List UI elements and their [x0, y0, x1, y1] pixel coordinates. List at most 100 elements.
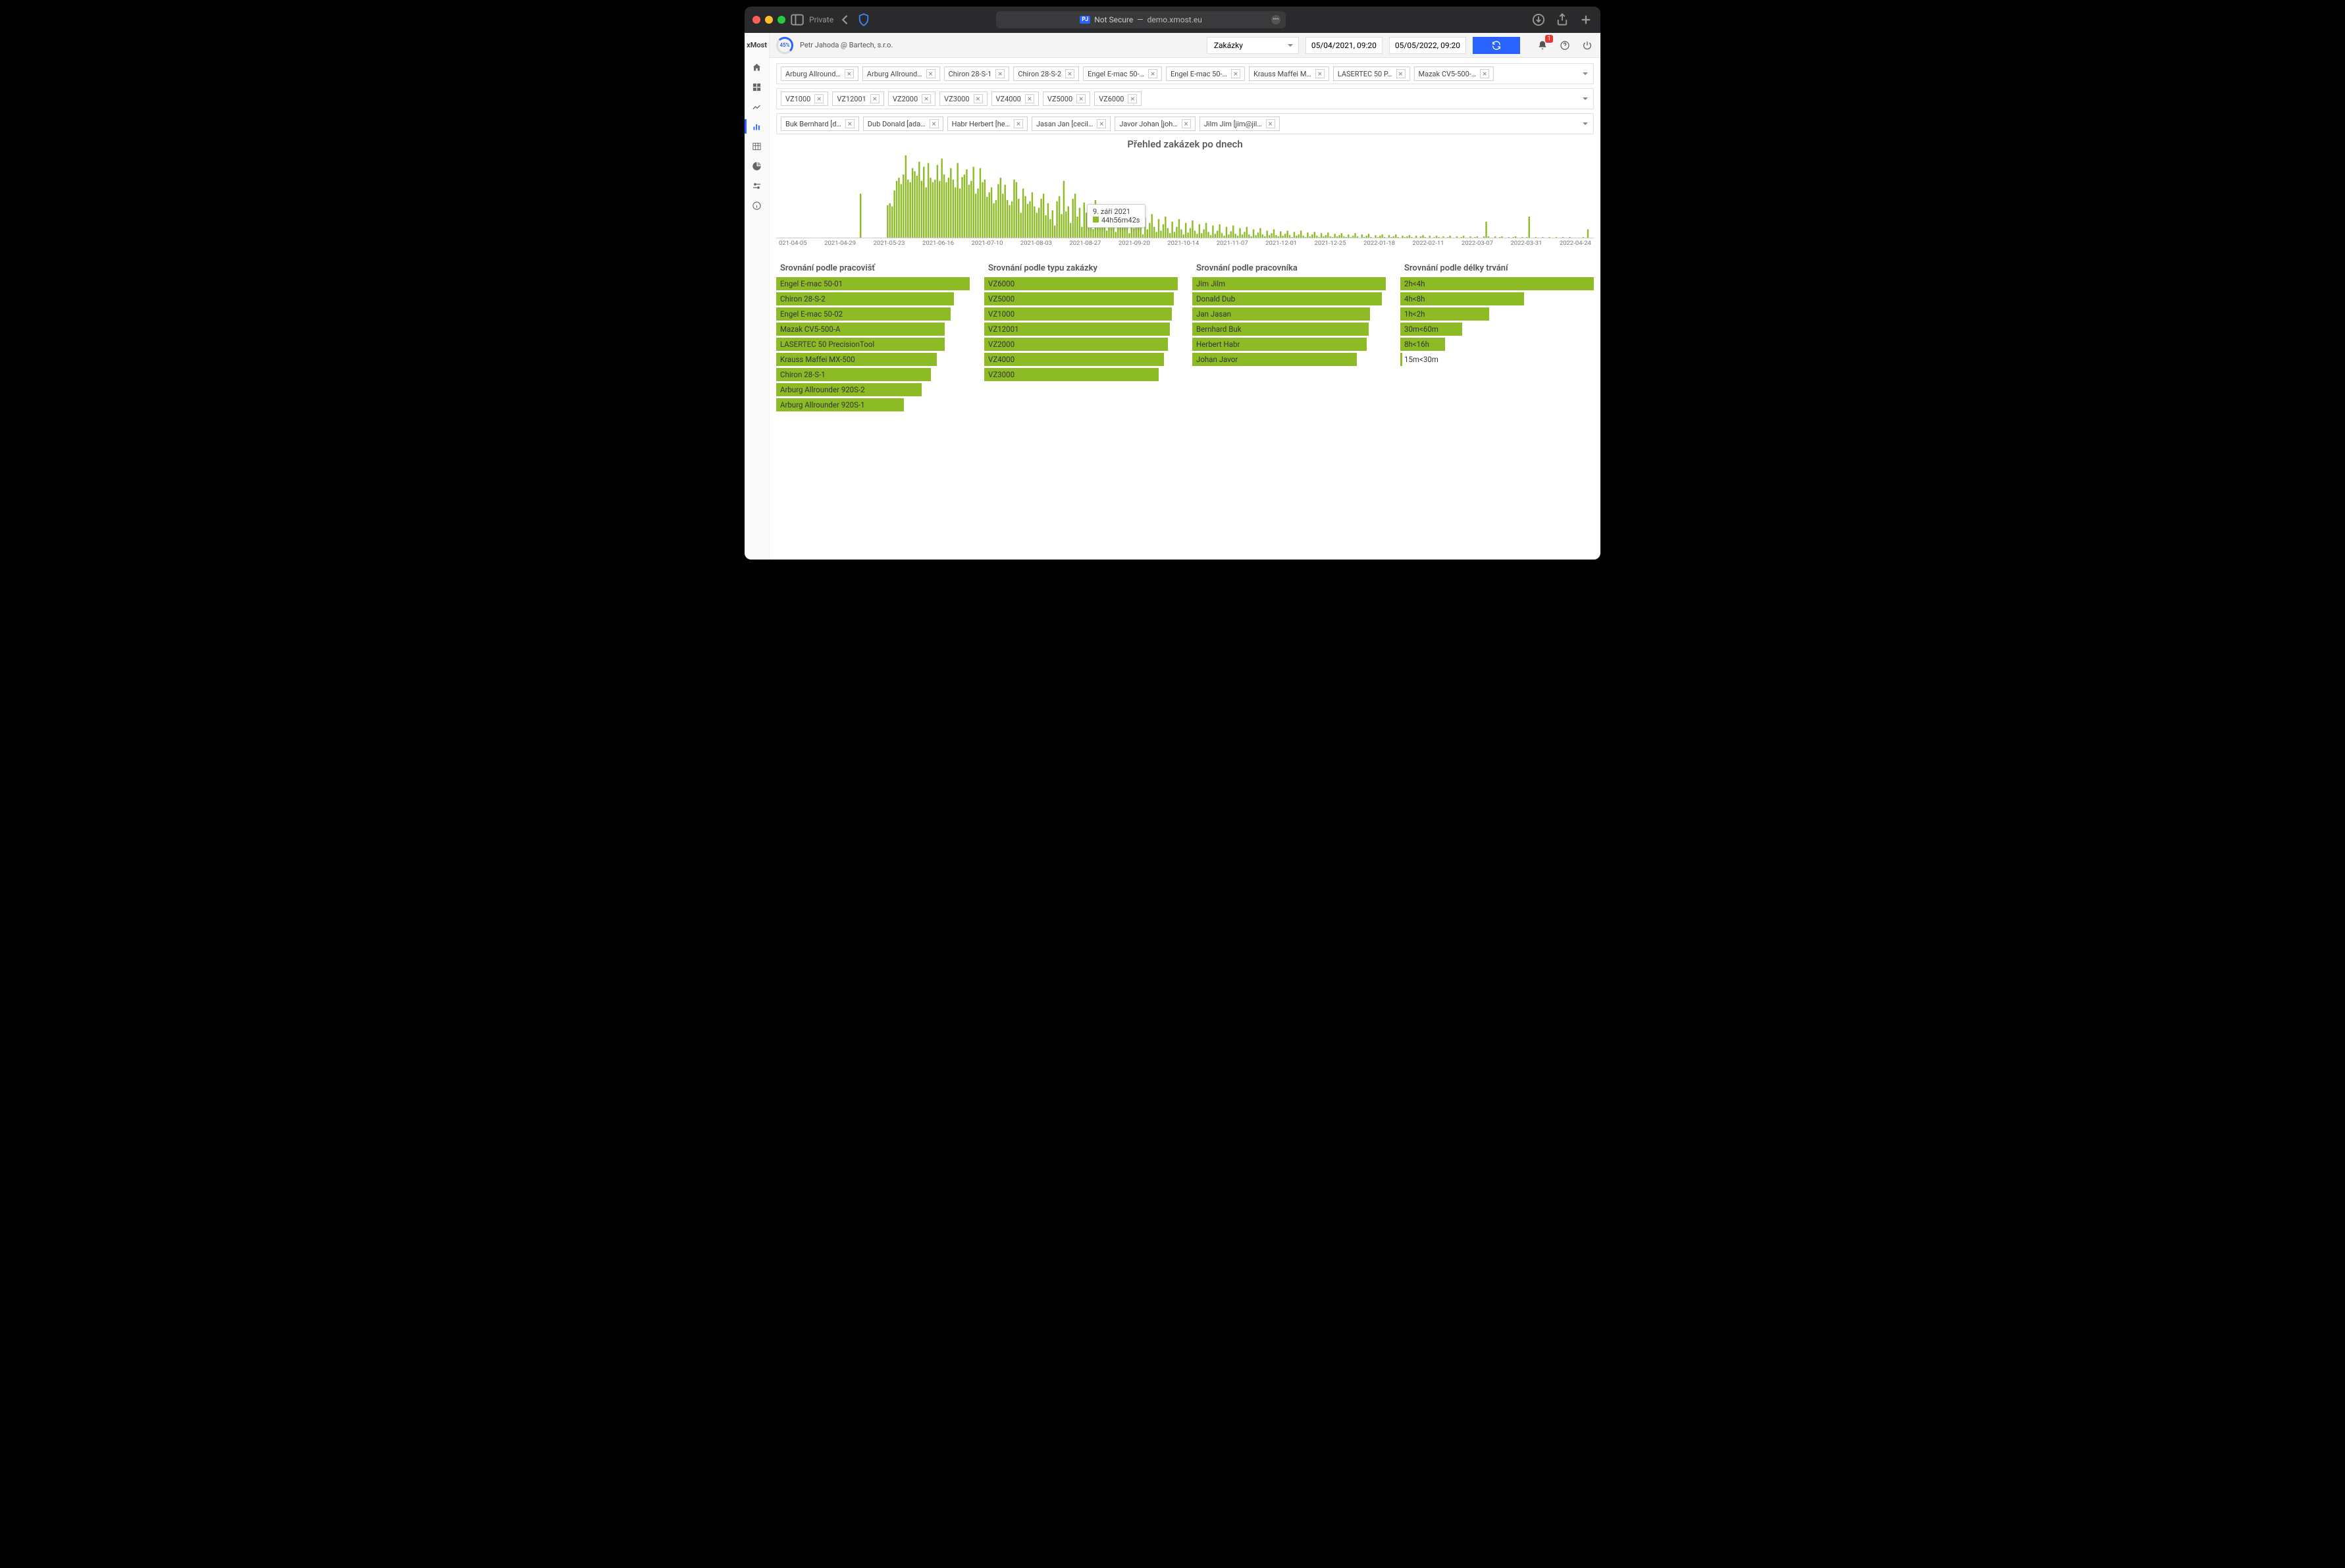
filter-chip[interactable]: VZ4000× — [991, 91, 1039, 106]
chip-remove-icon[interactable]: × — [1315, 69, 1325, 78]
chip-remove-icon[interactable]: × — [1266, 119, 1275, 128]
filter-chip[interactable]: VZ1000× — [781, 91, 828, 106]
filter-chip[interactable]: Chiron 28-S-1× — [944, 66, 1010, 81]
compare-bar[interactable]: Chiron 28-S-2 — [776, 292, 970, 305]
compare-bar[interactable]: Krauss Maffei MX-500 — [776, 353, 970, 366]
chip-remove-icon[interactable]: × — [1182, 119, 1191, 128]
compare-bar[interactable]: VZ6000 — [984, 277, 1178, 290]
filter-chip[interactable]: VZ6000× — [1094, 91, 1142, 106]
compare-bar[interactable]: VZ4000 — [984, 353, 1178, 366]
chip-remove-icon[interactable]: × — [845, 119, 855, 128]
nav-dashboard-icon[interactable] — [745, 77, 770, 97]
filter-row-order-types[interactable]: VZ1000× VZ12001× VZ2000× VZ3000× VZ4000× VZ50… — [776, 88, 1594, 109]
new-tab-icon[interactable] — [1579, 13, 1593, 26]
compare-bar[interactable]: Jim Jilm — [1192, 277, 1386, 290]
page-menu-icon[interactable]: ••• — [1271, 15, 1280, 24]
chip-remove-icon[interactable]: × — [995, 69, 1005, 78]
chip-remove-icon[interactable]: × — [1076, 94, 1086, 103]
compare-bar[interactable]: Chiron 28-S-1 — [776, 368, 970, 381]
compare-bar[interactable]: Johan Javor — [1192, 353, 1386, 366]
compare-bar[interactable]: 4h<8h — [1400, 292, 1594, 305]
chip-remove-icon[interactable]: × — [1480, 69, 1489, 78]
filter-chip[interactable]: Arburg Allround…× — [862, 66, 940, 81]
filter-chip[interactable]: VZ5000× — [1043, 91, 1090, 106]
filter-chip[interactable]: Engel E-mac 50-…× — [1166, 66, 1245, 81]
filter-row-machines[interactable]: Arburg Allround…× Arburg Allround…× Chiron… — [776, 63, 1594, 84]
filter-chip[interactable]: Habr Herbert [he…× — [947, 117, 1028, 131]
compare-bar[interactable]: Arburg Allrounder 920S-2 — [776, 383, 970, 396]
filter-chip[interactable]: Jasan Jan [cecil…× — [1032, 117, 1111, 131]
filter-chip[interactable]: Buk Bernhard [d…× — [781, 117, 859, 131]
compare-bar[interactable]: Engel E-mac 50-02 — [776, 307, 970, 321]
compare-bar[interactable]: VZ3000 — [984, 368, 1178, 381]
nav-info-icon[interactable] — [745, 196, 770, 215]
timeline-chart[interactable]: 9. září 2021 44h56m42s 021-04-052021-04-… — [776, 153, 1594, 251]
filter-chip[interactable]: VZ3000× — [939, 91, 987, 106]
chip-remove-icon[interactable]: × — [1097, 119, 1106, 128]
nav-table-icon[interactable] — [745, 136, 770, 156]
filter-chip[interactable]: Krauss Maffei M…× — [1249, 66, 1329, 81]
compare-bar[interactable]: 8h<16h — [1400, 338, 1594, 351]
nav-bar-chart-icon[interactable] — [745, 117, 770, 136]
filter-chip[interactable]: Chiron 28-S-2× — [1013, 66, 1079, 81]
chip-remove-icon[interactable]: × — [1396, 69, 1406, 78]
filter-chip[interactable]: VZ2000× — [888, 91, 935, 106]
chip-remove-icon[interactable]: × — [1148, 69, 1157, 78]
chip-remove-icon[interactable]: × — [870, 94, 880, 103]
help-icon[interactable] — [1558, 39, 1571, 52]
nav-settings-icon[interactable] — [745, 176, 770, 196]
compare-bar[interactable]: VZ5000 — [984, 292, 1178, 305]
compare-bar[interactable]: LASERTEC 50 PrecisionTool — [776, 338, 970, 351]
compare-bar[interactable]: VZ1000 — [984, 307, 1178, 321]
compare-bar[interactable]: Herbert Habr — [1192, 338, 1386, 351]
maximize-window-icon[interactable] — [777, 16, 785, 24]
downloads-icon[interactable] — [1532, 13, 1545, 26]
chip-remove-icon[interactable]: × — [926, 69, 935, 78]
compare-bar[interactable]: 1h<2h — [1400, 307, 1594, 321]
chip-remove-icon[interactable]: × — [845, 69, 854, 78]
compare-bar[interactable]: VZ12001 — [984, 323, 1178, 336]
minimize-window-icon[interactable] — [765, 16, 773, 24]
filter-chip[interactable]: VZ12001× — [832, 91, 884, 106]
compare-bar[interactable]: Engel E-mac 50-01 — [776, 277, 970, 290]
date-from-input[interactable]: 05/04/2021, 09:20 — [1305, 37, 1383, 54]
share-icon[interactable] — [1556, 13, 1569, 26]
compare-bar[interactable]: VZ2000 — [984, 338, 1178, 351]
nav-trends-icon[interactable] — [745, 97, 770, 117]
compare-bar[interactable]: 30m<60m — [1400, 323, 1594, 336]
chip-remove-icon[interactable]: × — [930, 119, 939, 128]
chip-remove-icon[interactable]: × — [1065, 69, 1074, 78]
compare-bar[interactable]: 15m<30m — [1400, 353, 1594, 366]
compare-bar[interactable]: Bernhard Buk — [1192, 323, 1386, 336]
back-icon[interactable] — [839, 13, 852, 26]
chip-remove-icon[interactable]: × — [1025, 94, 1034, 103]
notifications-icon[interactable]: 1 — [1536, 39, 1549, 52]
category-dropdown[interactable]: Zakázky — [1207, 37, 1299, 54]
filter-row-workers[interactable]: Buk Bernhard [d…× Dub Donald [ada…× Habr H… — [776, 113, 1594, 134]
chip-remove-icon[interactable]: × — [1231, 69, 1240, 78]
chip-remove-icon[interactable]: × — [974, 94, 983, 103]
nav-pie-icon[interactable] — [745, 156, 770, 176]
refresh-button[interactable] — [1473, 37, 1520, 54]
compare-bar[interactable]: Arburg Allrounder 920S-1 — [776, 398, 970, 411]
compare-bar[interactable]: Mazak CV5-500-A — [776, 323, 970, 336]
chip-remove-icon[interactable]: × — [1014, 119, 1023, 128]
power-icon[interactable] — [1581, 39, 1594, 52]
compare-bar[interactable]: 2h<4h — [1400, 277, 1594, 290]
sidebar-toggle-icon[interactable] — [791, 13, 804, 26]
filter-chip[interactable]: Jilm Jim [jim@jil…× — [1199, 117, 1280, 131]
close-window-icon[interactable] — [752, 16, 760, 24]
date-to-input[interactable]: 05/05/2022, 09:20 — [1389, 37, 1466, 54]
compare-bar[interactable]: Donald Dub — [1192, 292, 1386, 305]
shield-icon[interactable] — [857, 13, 870, 26]
filter-chip[interactable]: Mazak CV5-500-…× — [1414, 66, 1494, 81]
filter-chip[interactable]: Javor Johan [joh…× — [1115, 117, 1195, 131]
chip-remove-icon[interactable]: × — [922, 94, 931, 103]
url-bar[interactable]: PJ Not Secure — demo.xmost.eu ••• — [996, 11, 1286, 28]
chip-remove-icon[interactable]: × — [1128, 94, 1137, 103]
filter-chip[interactable]: LASERTEC 50 P…× — [1333, 66, 1410, 81]
filter-chip[interactable]: Dub Donald [ada…× — [863, 117, 943, 131]
filter-chip[interactable]: Engel E-mac 50-…× — [1083, 66, 1162, 81]
compare-bar[interactable]: Jan Jasan — [1192, 307, 1386, 321]
filter-chip[interactable]: Arburg Allround…× — [781, 66, 858, 81]
